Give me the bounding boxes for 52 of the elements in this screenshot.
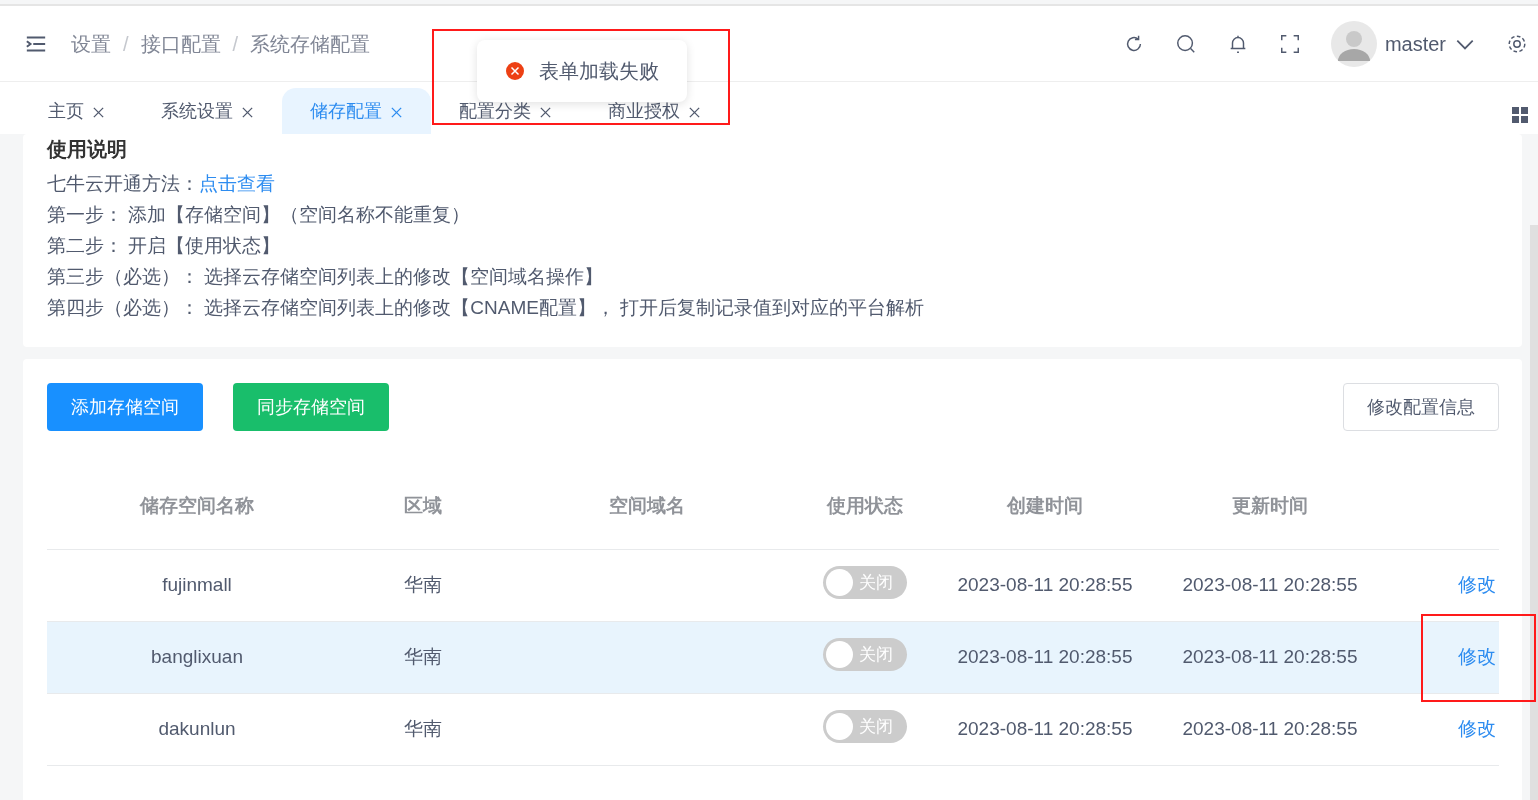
table-cell-text: 2023-08-11 20:28:55 xyxy=(956,573,1134,598)
table-cell-text: 2023-08-11 20:28:55 xyxy=(1181,717,1359,742)
tab[interactable]: 商业授权 xyxy=(580,88,729,134)
instruction-line: 第四步（必选）： 选择云存储空间列表上的修改【CNAME配置】， 打开后复制记录值到对应的平台解析 xyxy=(47,296,926,320)
table-cell-text: 华南 xyxy=(403,717,443,742)
close-icon[interactable] xyxy=(241,106,254,120)
close-icon[interactable] xyxy=(539,106,552,120)
action-button[interactable]: 同步存储空间 xyxy=(233,383,389,431)
edit-config-button[interactable]: 修改配置信息 xyxy=(1343,383,1499,431)
action-button[interactable]: 添加存储空间 xyxy=(47,383,203,431)
table-cell-text: 2023-08-11 20:28:55 xyxy=(956,717,1134,742)
column-header: 区域 xyxy=(403,493,443,518)
breadcrumb-separator: / xyxy=(232,31,239,57)
toast-message: 表单加载失败 xyxy=(539,59,659,84)
tab[interactable]: 主页 xyxy=(20,88,133,134)
search-icon[interactable] xyxy=(1174,32,1197,55)
edit-link[interactable]: 修改 xyxy=(1458,718,1499,740)
section-title: 使用说明 xyxy=(47,137,128,162)
table-cell-text: fujinmall xyxy=(161,573,233,598)
table-cell-text: 2023-08-11 20:28:55 xyxy=(1181,573,1359,598)
error-icon xyxy=(505,61,525,81)
user-name[interactable]: master xyxy=(1384,28,1446,59)
column-header: 储存空间名称 xyxy=(138,493,255,518)
instruction-line: 七牛云开通方法：点击查看 xyxy=(47,172,276,196)
breadcrumb-link[interactable]: 接口配置 xyxy=(140,28,221,59)
close-icon[interactable] xyxy=(688,106,701,120)
table-cell-text: banglixuan xyxy=(150,645,244,670)
edit-link[interactable]: 修改 xyxy=(1458,574,1499,596)
tab[interactable]: 储存配置 xyxy=(282,88,431,134)
table-cell-text: 华南 xyxy=(403,573,443,598)
tab[interactable]: 配置分类 xyxy=(431,88,580,134)
instruction-line: 第三步（必选）： 选择云存储空间列表上的修改【空间域名操作】 xyxy=(47,265,605,289)
table-cell-text: 华南 xyxy=(403,645,443,670)
breadcrumb-link[interactable]: 设置 xyxy=(71,28,111,59)
edit-link[interactable]: 修改 xyxy=(1458,646,1499,668)
grid-icon[interactable] xyxy=(1512,107,1528,123)
table-cell-text: dakunlun xyxy=(157,717,237,742)
instruction-line: 第二步： 开启【使用状态】 xyxy=(47,234,282,258)
table-cell-text: 2023-08-11 20:28:55 xyxy=(1181,645,1359,670)
table-cell-text: 2023-08-11 20:28:55 xyxy=(956,645,1134,670)
column-header: 创建时间 xyxy=(1005,493,1084,518)
close-icon[interactable] xyxy=(390,106,403,120)
column-header: 空间域名 xyxy=(608,493,686,518)
instruction-line: 第一步： 添加【存储空间】（空间名称不能重复） xyxy=(47,203,472,227)
breadcrumb-separator: / xyxy=(123,31,129,57)
breadcrumb-current: 系统存储配置 xyxy=(250,31,371,57)
column-header: 更新时间 xyxy=(1231,493,1309,518)
fullscreen-icon[interactable] xyxy=(1278,32,1301,55)
view-link[interactable]: 点击查看 xyxy=(199,173,275,194)
tab[interactable]: 系统设置 xyxy=(133,88,282,134)
column-header: 使用状态 xyxy=(825,493,904,518)
close-icon[interactable] xyxy=(92,106,105,120)
